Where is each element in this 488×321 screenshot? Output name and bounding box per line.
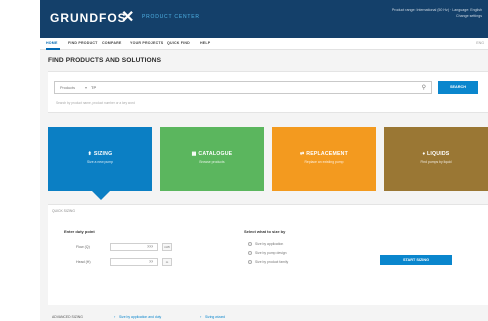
tile-catalogue-label: CATALOGUE: [198, 151, 233, 157]
search-hint: Search by product name, product number o…: [56, 101, 135, 105]
radio-label-pump-design: Size by pump design: [255, 251, 287, 255]
search-button[interactable]: SEARCH: [438, 81, 478, 94]
radio-size-by-pump-design[interactable]: [248, 251, 252, 255]
nav-item-find-product[interactable]: FIND PRODUCT: [68, 41, 98, 45]
search-scope-select[interactable]: Products: [60, 86, 75, 90]
duty-point-heading: Enter duty point: [64, 229, 95, 234]
radio-size-by-application[interactable]: [248, 242, 252, 246]
tile-replacement-title: ⇄ REPLACEMENT: [272, 151, 376, 157]
tile-replacement[interactable]: ⇄ REPLACEMENT Replace an existing pump: [272, 127, 376, 191]
radio-label-application: Size by application: [255, 242, 284, 246]
active-tile-pointer: [92, 191, 110, 200]
brand-logo[interactable]: GRUNDFOS: [50, 11, 127, 25]
flow-label: Flow (Q): [76, 245, 90, 249]
head-input[interactable]: ??: [110, 258, 158, 266]
search-input[interactable]: Products ▾ TP ⚲: [54, 81, 432, 94]
language-switch[interactable]: ENG: [476, 41, 484, 45]
radio-size-by-product-family[interactable]: [248, 260, 252, 264]
search-icon[interactable]: ⚲: [422, 84, 426, 91]
quick-sizing-panel: QUICK SIZING Enter duty point Flow (Q) ?…: [48, 204, 488, 305]
advanced-sizing-row: ADVANCED SIZING › Size by application an…: [48, 313, 488, 321]
app-header: GRUNDFOS ✕ PRODUCT CENTER Product range:…: [40, 0, 488, 38]
tile-catalogue-subtitle: Browse products: [199, 160, 225, 164]
link-sizing-wizard[interactable]: Sizing wizard: [205, 315, 225, 319]
flow-unit-select[interactable]: m³/h: [162, 243, 172, 251]
tile-liquids-label: LIQUIDS: [427, 151, 450, 157]
radio-label-product-family: Size by product family: [255, 260, 289, 264]
main-nav: HOME FIND PRODUCT COMPARE YOUR PROJECTS …: [40, 38, 488, 50]
header-meta: Product range: International (50 Hz) · L…: [312, 7, 482, 19]
nav-item-your-projects[interactable]: YOUR PROJECTS: [130, 41, 163, 45]
link-size-by-application-duty[interactable]: Size by application and duty: [119, 315, 161, 319]
tile-sizing-label: SIZING: [93, 151, 113, 157]
search-panel: Products ▾ TP ⚲ SEARCH Search by product…: [48, 71, 488, 113]
tile-sizing-subtitle: Size a new pump: [86, 160, 113, 164]
change-settings-link[interactable]: Change settings: [312, 13, 482, 19]
start-sizing-button[interactable]: START SIZING: [380, 255, 452, 265]
arrow-icon: ›: [200, 314, 202, 319]
head-unit-select[interactable]: m: [162, 258, 172, 266]
arrow-icon: ›: [114, 314, 116, 319]
brand-mark-icon: ✕: [121, 9, 135, 26]
chevron-down-icon[interactable]: ▾: [85, 85, 87, 90]
nav-item-quick-find[interactable]: QUICK FIND: [167, 41, 190, 45]
search-query-text[interactable]: TP: [91, 85, 96, 90]
tile-catalogue[interactable]: ▦ CATALOGUE Browse products: [160, 127, 264, 191]
size-method-heading: Select what to size by: [244, 229, 286, 234]
nav-item-home[interactable]: HOME: [46, 41, 58, 45]
tool-tiles: ⬍ SIZING Size a new pump ▦ CATALOGUE Bro…: [48, 127, 488, 200]
tile-liquids-title: ♦ LIQUIDS: [384, 151, 488, 157]
tile-replacement-subtitle: Replace an existing pump: [304, 160, 344, 164]
tile-sizing[interactable]: ⬍ SIZING Size a new pump: [48, 127, 152, 200]
nav-item-compare[interactable]: COMPARE: [102, 41, 122, 45]
tile-replacement-label: REPLACEMENT: [306, 151, 348, 157]
tile-sizing-title: ⬍ SIZING: [48, 151, 152, 157]
page-title: FIND PRODUCTS AND SOLUTIONS: [48, 57, 162, 64]
tile-liquids-subtitle: Find pumps by liquid: [420, 160, 452, 164]
panel-label: QUICK SIZING: [52, 209, 75, 213]
page-frame: GRUNDFOS ✕ PRODUCT CENTER Product range:…: [40, 0, 488, 321]
tile-liquids[interactable]: ♦ LIQUIDS Find pumps by liquid: [384, 127, 488, 191]
nav-item-help[interactable]: HELP: [200, 41, 210, 45]
advanced-sizing-label: ADVANCED SIZING: [52, 315, 83, 319]
nav-active-indicator: [46, 48, 60, 50]
tile-catalogue-title: ▦ CATALOGUE: [160, 151, 264, 157]
app-name: PRODUCT CENTER: [142, 14, 200, 20]
head-label: Head (H): [76, 260, 91, 264]
flow-input[interactable]: ???: [110, 243, 158, 251]
